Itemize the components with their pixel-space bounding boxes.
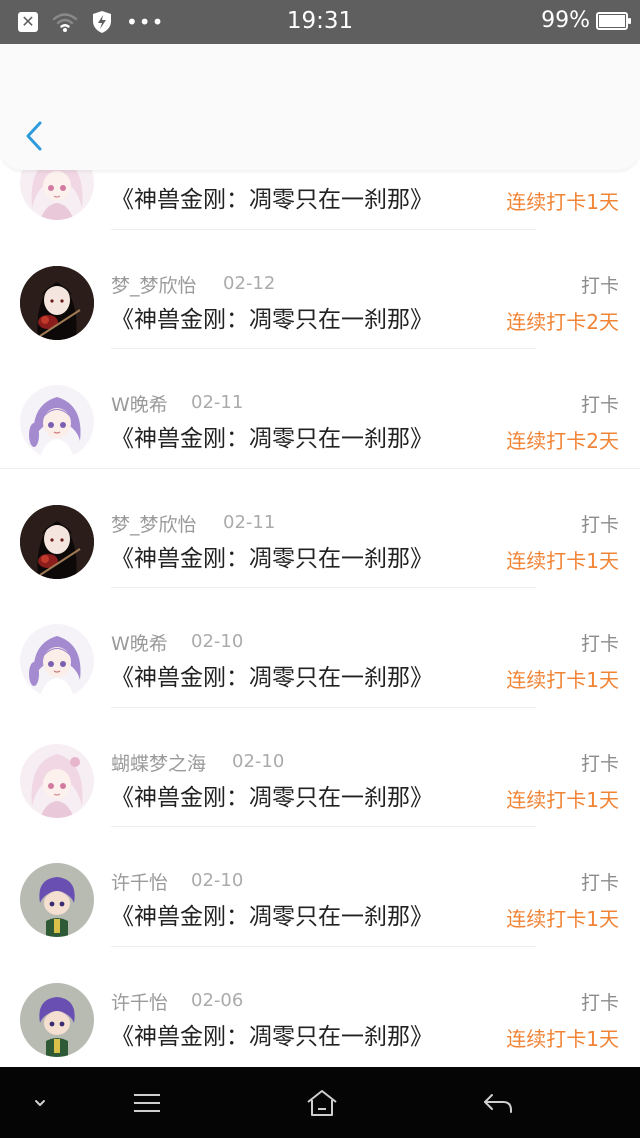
book-title: 《神兽金刚：凋零只在一刹那》 [111,784,433,811]
avatar[interactable] [20,265,94,340]
book-title: 《神兽金刚：凋零只在一刹那》 [111,904,433,930]
list-item[interactable]: 许千怡 02-06 《神兽金刚：凋零只在一刹那》 打卡 连续打卡1天 [0,947,640,1067]
checkin-date: 02-11 [191,392,244,413]
chevron-left-icon [26,121,42,151]
avatar[interactable] [20,982,94,1057]
checkin-date: 02-11 [223,511,276,533]
checkin-type: 打卡 [580,274,619,297]
avatar-image [20,982,94,1057]
list-item[interactable]: W晚希 02-11 《神兽金刚：凋零只在一刹那》 打卡 连续打卡2天 [0,349,640,469]
avatar-image [20,743,94,818]
checkin-type: 打卡 [580,872,619,894]
status-bar: ✕ ••• 19:31 99% [0,0,640,44]
screen: 《神兽金刚：凋零只在一刹那》 连续打卡1天 梦_梦欣怡 02-12 《神兽金刚：… [0,0,640,1138]
status-icons-right: 99% [541,8,631,33]
back-nav-button[interactable] [478,1085,518,1121]
streak-label: 连续打卡1天 [506,1026,619,1051]
avatar[interactable] [20,863,94,937]
list-item[interactable]: 蝴蝶梦之海 02-10 《神兽金刚：凋零只在一刹那》 打卡 连续打卡1天 [0,708,640,827]
chevron-down-icon [35,1100,45,1106]
user-name[interactable]: 许千怡 [111,988,168,1015]
avatar[interactable] [20,743,94,818]
avatar[interactable] [20,624,94,698]
user-name[interactable]: 许千怡 [111,868,168,895]
user-name[interactable]: W晚希 [111,390,168,417]
checkin-type: 打卡 [580,752,619,775]
streak-label: 连续打卡2天 [506,429,619,453]
streak-label: 连续打卡1天 [506,548,619,573]
book-title: 《神兽金刚：凋零只在一刹那》 [111,545,433,572]
checkin-date: 02-12 [223,272,276,294]
checkin-date: 02-10 [232,750,285,772]
header-bar [0,44,640,170]
avatar-image [20,265,94,340]
list-item[interactable]: 许千怡 02-10 《神兽金刚：凋零只在一刹那》 打卡 连续打卡1天 [0,827,640,947]
user-name[interactable]: 梦_梦欣怡 [111,510,197,537]
book-title: 《神兽金刚：凋零只在一刹那》 [111,187,433,213]
avatar-image [20,385,94,459]
avatar[interactable] [20,385,94,459]
battery-fill [599,14,625,27]
checkin-date: 02-10 [191,870,244,891]
user-name[interactable]: W晚希 [111,629,168,656]
checkin-date: 02-10 [191,631,244,652]
checkin-list[interactable]: 《神兽金刚：凋零只在一刹那》 连续打卡1天 梦_梦欣怡 02-12 《神兽金刚：… [0,0,640,1138]
checkin-type: 打卡 [580,394,619,416]
user-name[interactable]: 蝴蝶梦之海 [111,749,206,776]
home-icon [307,1090,337,1116]
streak-label: 连续打卡1天 [506,190,619,214]
back-button[interactable] [18,116,52,156]
avatar-image [20,863,94,937]
battery-icon [596,11,631,30]
back-arrow-icon [484,1094,512,1113]
checkin-date: 02-06 [191,989,244,1011]
avatar-image [20,624,94,698]
book-title: 《神兽金刚：凋零只在一刹那》 [111,306,433,333]
home-button[interactable] [302,1085,342,1121]
book-title: 《神兽金刚：凋零只在一刹那》 [111,426,433,452]
streak-label: 连续打卡1天 [506,907,619,931]
list-item[interactable]: 梦_梦欣怡 02-12 《神兽金刚：凋零只在一刹那》 打卡 连续打卡2天 [0,230,640,349]
user-name[interactable]: 梦_梦欣怡 [111,271,197,298]
streak-label: 连续打卡1天 [506,668,619,692]
checkin-type: 打卡 [580,991,619,1014]
book-title: 《神兽金刚：凋零只在一刹那》 [111,665,433,691]
book-title: 《神兽金刚：凋零只在一刹那》 [111,1023,433,1050]
list-item[interactable]: 梦_梦欣怡 02-11 《神兽金刚：凋零只在一刹那》 打卡 连续打卡1天 [0,469,640,588]
streak-label: 连续打卡2天 [506,309,619,334]
streak-label: 连续打卡1天 [506,787,619,812]
menu-icon [134,1094,160,1112]
collapse-button[interactable] [20,1085,60,1121]
avatar[interactable] [20,504,94,579]
checkin-type: 打卡 [580,513,619,536]
avatar-image [20,504,94,579]
checkin-type: 打卡 [580,633,619,655]
system-nav-bar [0,1067,640,1138]
menu-button[interactable] [127,1085,167,1121]
battery-percent: 99% [541,8,590,33]
list-item[interactable]: W晚希 02-10 《神兽金刚：凋零只在一刹那》 打卡 连续打卡1天 [0,588,640,708]
